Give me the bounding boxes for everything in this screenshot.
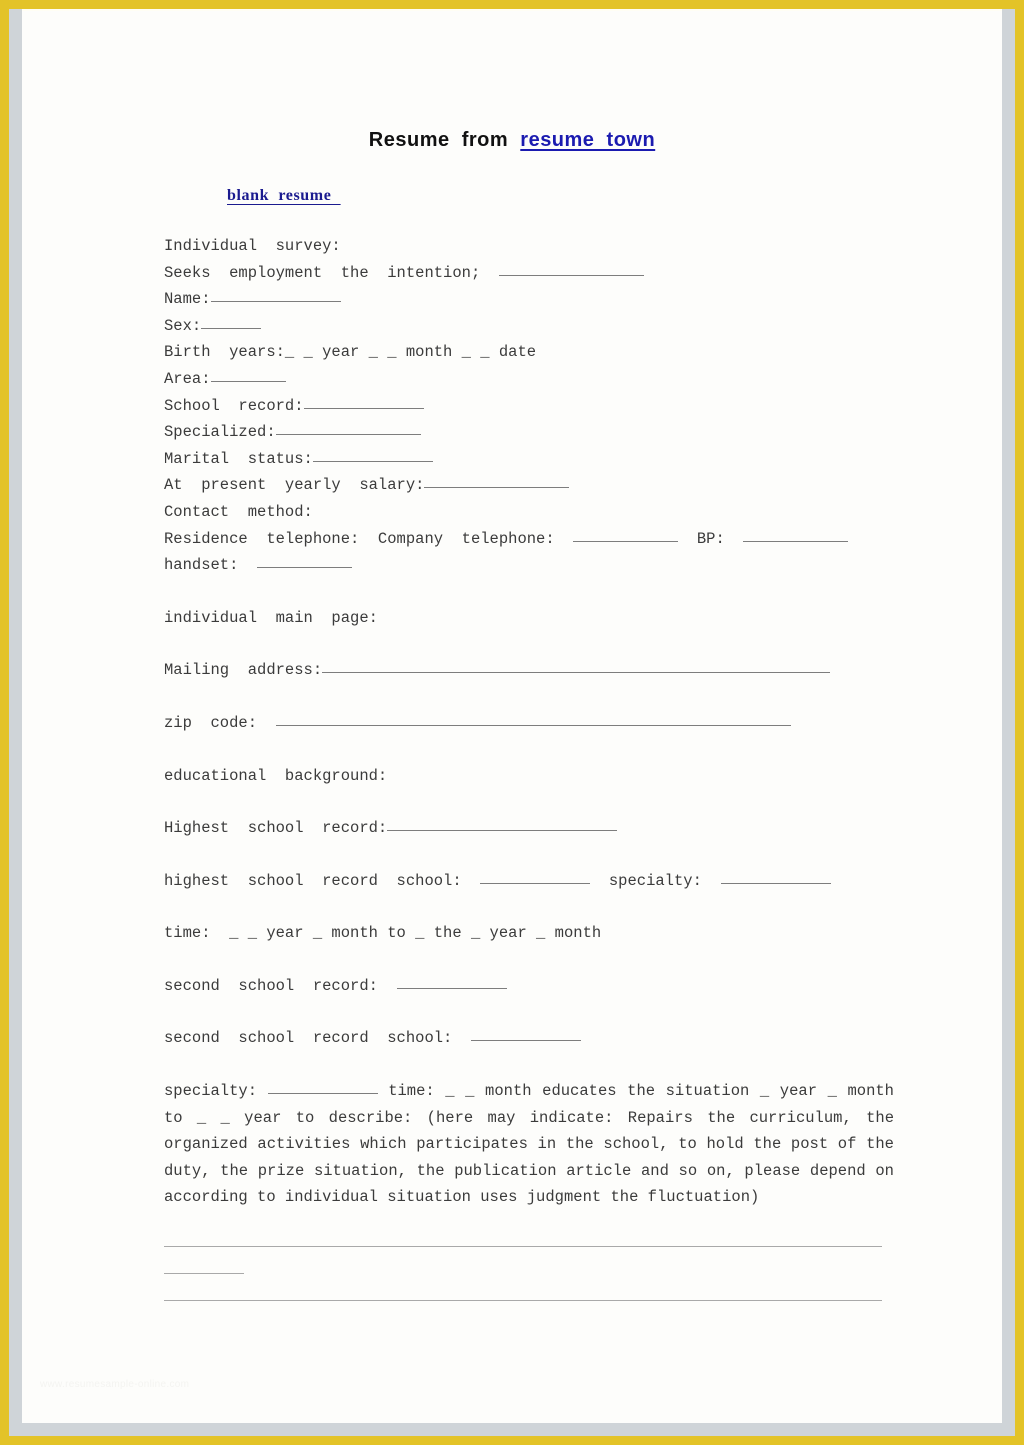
blank-highest-school-record[interactable] bbox=[387, 817, 618, 832]
bottom-blank-lines bbox=[164, 1220, 882, 1301]
blank-name[interactable] bbox=[210, 288, 341, 303]
blank-second-school-record[interactable] bbox=[396, 975, 507, 989]
blank-marital-status[interactable] bbox=[312, 448, 433, 462]
field-specialized: Specialized: bbox=[164, 419, 894, 446]
resume-form-body: Individual survey: Seeks employment the … bbox=[164, 233, 894, 1211]
blank-highest-specialty[interactable] bbox=[720, 870, 831, 884]
blank-company-telephone[interactable] bbox=[573, 528, 679, 542]
bottom-blank-line-2[interactable] bbox=[164, 1247, 244, 1274]
watermark-text: www.resumesample-online.com bbox=[40, 1379, 190, 1390]
blank-sex[interactable] bbox=[201, 315, 262, 329]
field-zip-code: zip code: bbox=[164, 710, 894, 737]
blank-yearly-salary[interactable] bbox=[424, 474, 570, 489]
field-school-record: School record: bbox=[164, 393, 894, 420]
field-mailing-address: Mailing address: bbox=[164, 657, 894, 684]
blank-zip-code[interactable] bbox=[275, 712, 791, 726]
page-title-prefix: Resume from bbox=[368, 129, 521, 151]
field-sex: Sex: bbox=[164, 313, 894, 340]
blank-area[interactable] bbox=[210, 368, 286, 382]
bottom-blank-line-3[interactable] bbox=[164, 1274, 882, 1301]
field-second-school-record: second school record: bbox=[164, 973, 894, 1000]
blank-resume-link[interactable]: blank resume bbox=[227, 187, 341, 205]
field-yearly-salary: At present yearly salary: bbox=[164, 472, 894, 499]
blank-second-specialty[interactable] bbox=[267, 1080, 378, 1095]
field-highest-school-record: Highest school record: bbox=[164, 815, 894, 842]
field-employment-intention: Seeks employment the intention; bbox=[164, 260, 894, 287]
blank-mailing-address[interactable] bbox=[322, 659, 831, 674]
resume-town-link[interactable]: resume town bbox=[520, 129, 655, 151]
document-gold-frame: Resume from resume town blank resume Ind… bbox=[0, 0, 1024, 1445]
blank-second-school[interactable] bbox=[470, 1027, 581, 1042]
field-contact-method: Contact method: bbox=[164, 502, 313, 521]
document-page: Resume from resume town blank resume Ind… bbox=[22, 9, 1002, 1423]
blank-handset[interactable] bbox=[257, 554, 353, 569]
field-specialty-description-paragraph: specialty: time: _ _ month educates the … bbox=[164, 1080, 894, 1207]
document-inner-frame: Resume from resume town blank resume Ind… bbox=[9, 9, 1015, 1436]
field-marital-status: Marital status: bbox=[164, 446, 894, 473]
field-individual-main-page: individual main page: bbox=[164, 608, 378, 627]
bottom-blank-line-1[interactable] bbox=[164, 1220, 882, 1247]
field-highest-time: time: _ _ year _ month to _ the _ year _… bbox=[164, 924, 602, 943]
field-telephones: Residence telephone: Company telephone: … bbox=[164, 526, 894, 553]
blank-school-record[interactable] bbox=[303, 395, 424, 409]
field-birth-years: Birth years:_ _ year _ _ month _ _ date bbox=[164, 343, 537, 362]
field-second-school-record-school: second school record school: bbox=[164, 1025, 894, 1052]
field-individual-survey: Individual survey: bbox=[164, 237, 341, 255]
blank-highest-school[interactable] bbox=[480, 870, 591, 884]
field-handset: handset: bbox=[164, 552, 894, 579]
field-educational-background: educational background: bbox=[164, 766, 388, 785]
page-title: Resume from resume town bbox=[22, 129, 1002, 152]
blank-bp[interactable] bbox=[743, 528, 849, 542]
field-area: Area: bbox=[164, 366, 894, 393]
field-highest-school-and-specialty: highest school record school: specialty: bbox=[164, 868, 894, 895]
document-content: Resume from resume town blank resume Ind… bbox=[22, 11, 1002, 1423]
blank-specialized[interactable] bbox=[275, 421, 421, 436]
field-name: Name: bbox=[164, 286, 894, 313]
blank-employment-intention[interactable] bbox=[498, 262, 644, 276]
